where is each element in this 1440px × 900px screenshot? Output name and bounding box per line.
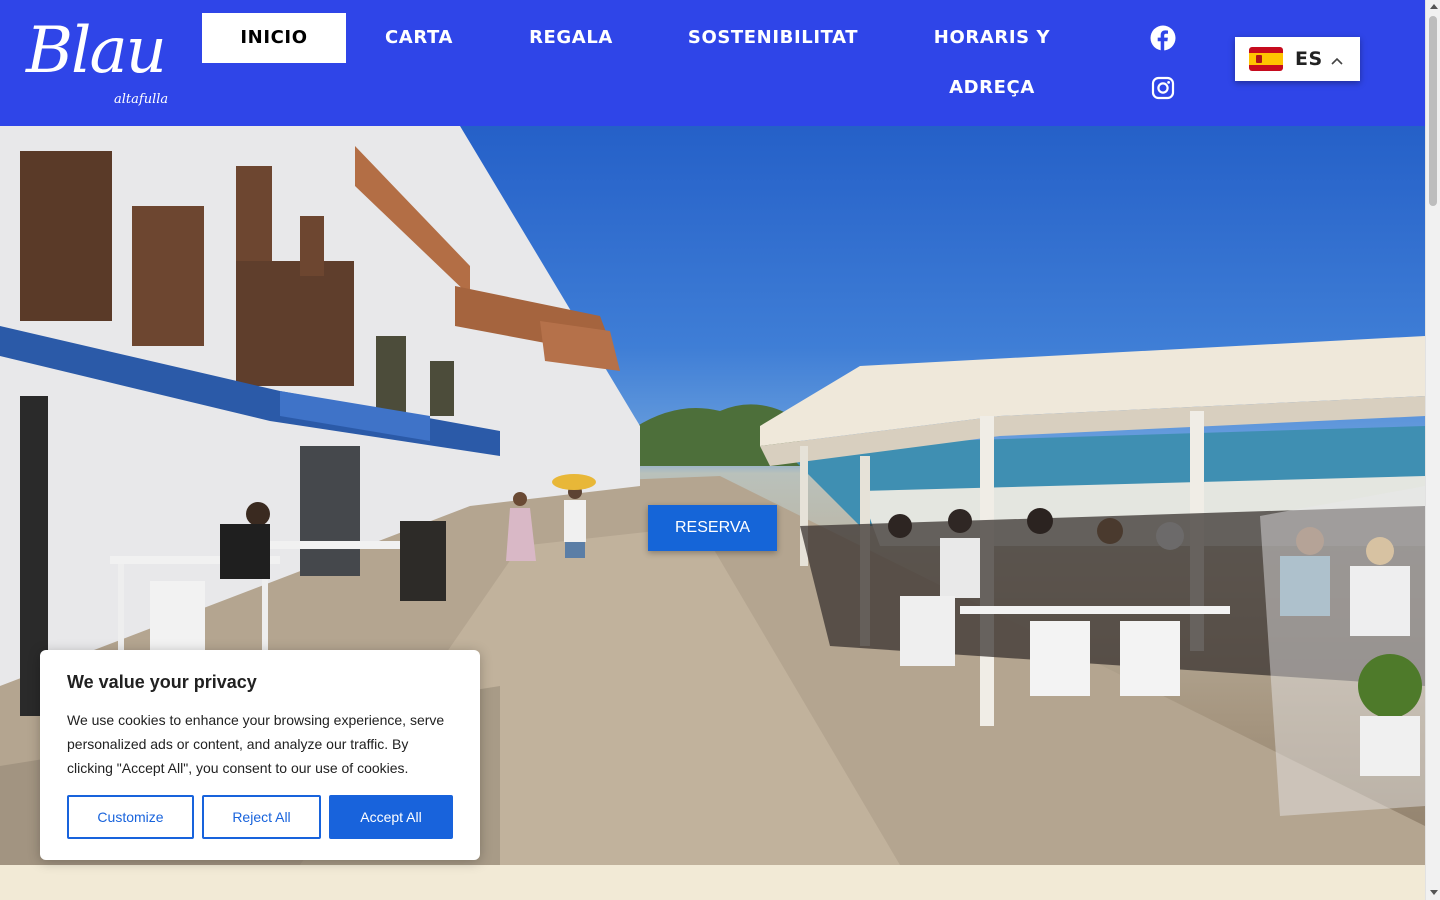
scroll-thumb[interactable] <box>1429 16 1437 206</box>
logo-subtitle: altafulla <box>114 92 169 107</box>
scroll-up-arrow-icon[interactable] <box>1430 4 1438 9</box>
content-section-top <box>0 865 1425 900</box>
nav-item-regala[interactable]: REGALA <box>514 13 628 63</box>
reject-all-button[interactable]: Reject All <box>202 795 321 839</box>
reserva-button[interactable]: RESERVA <box>648 505 777 551</box>
logo-wordmark: Blau <box>26 14 167 88</box>
cookie-consent-banner: We value your privacy We use cookies to … <box>40 650 480 860</box>
site-logo[interactable]: Blau altafulla <box>24 12 174 112</box>
facebook-icon[interactable] <box>1148 23 1178 53</box>
spain-flag-icon <box>1249 47 1283 71</box>
language-code: ES <box>1295 48 1323 70</box>
scroll-down-arrow-icon[interactable] <box>1430 890 1438 895</box>
nav-item-sostenibilitat[interactable]: SOSTENIBILITAT <box>676 13 870 63</box>
chevron-up-icon <box>1331 50 1343 69</box>
language-selector[interactable]: ES <box>1235 37 1360 81</box>
customize-button[interactable]: Customize <box>67 795 194 839</box>
accept-all-button[interactable]: Accept All <box>329 795 453 839</box>
cookie-banner-text: We use cookies to enhance your browsing … <box>67 712 445 776</box>
nav-item-horaris-y-adreca[interactable]: HORARIS Y ADREÇA <box>920 13 1064 113</box>
nav-item-carta[interactable]: CARTA <box>370 13 468 63</box>
page-scrollbar[interactable] <box>1425 0 1440 900</box>
instagram-icon[interactable] <box>1148 73 1178 103</box>
cookie-banner-title: We value your privacy <box>67 672 257 692</box>
site-header: Blau altafulla INICIO CARTA REGALA SOSTE… <box>0 0 1425 126</box>
nav-item-inicio[interactable]: INICIO <box>202 13 346 63</box>
